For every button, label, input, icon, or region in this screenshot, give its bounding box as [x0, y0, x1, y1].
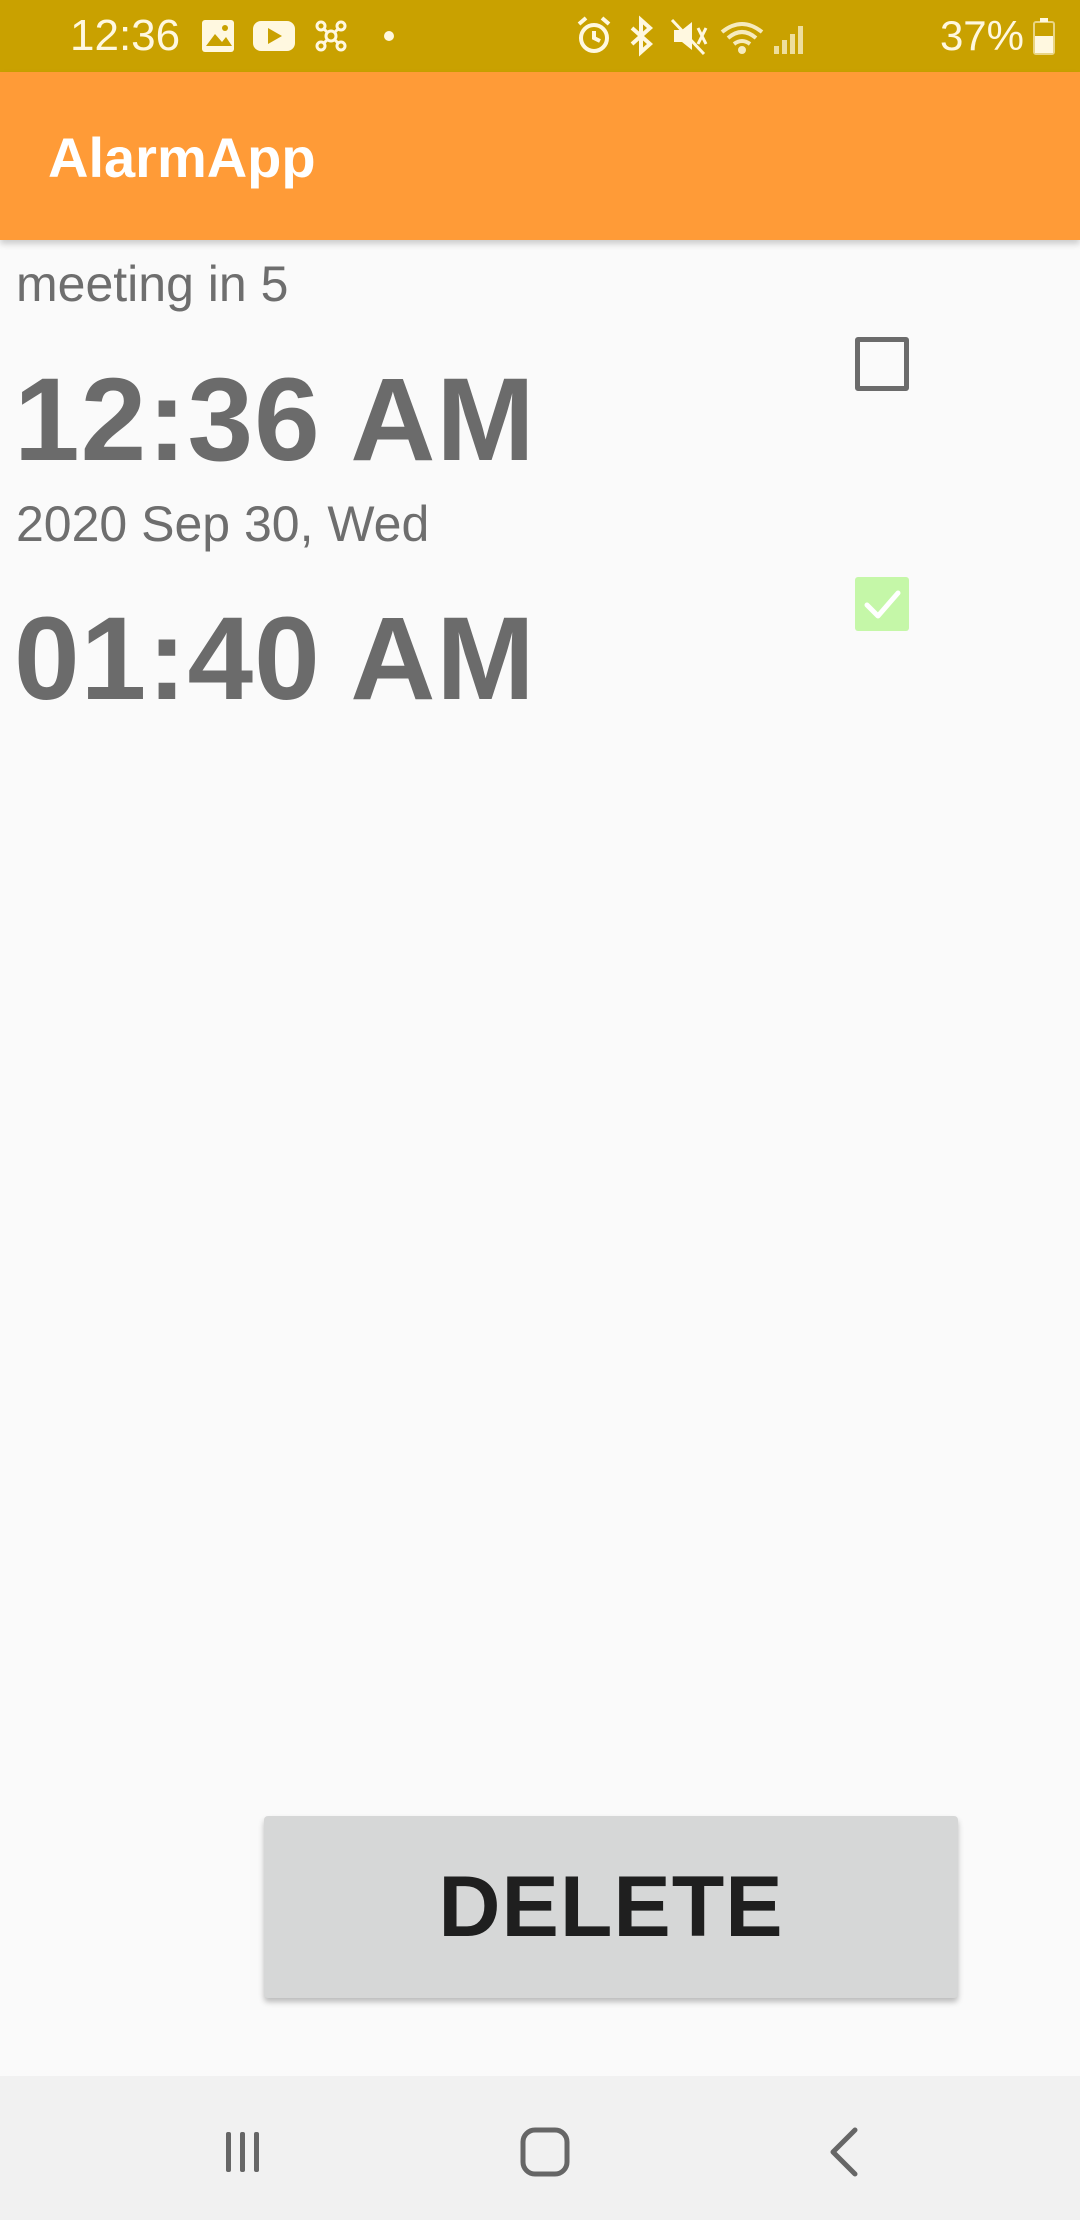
- status-right-icons: 37%: [574, 14, 1056, 58]
- alarm-time: 12:36 AM: [14, 354, 536, 486]
- home-button[interactable]: [505, 2112, 585, 2192]
- alarm-icon: [577, 16, 611, 53]
- status-left-icons: [198, 16, 398, 56]
- network-icon: [315, 20, 347, 52]
- status-bar: 12:36 37%: [0, 0, 1080, 72]
- gallery-icon: [202, 20, 234, 52]
- signal-icon: [773, 26, 803, 54]
- battery-icon: [1033, 18, 1055, 55]
- alarm-checkbox[interactable]: [855, 577, 909, 631]
- wifi-icon: [720, 22, 764, 54]
- nav-bar: [0, 2076, 1080, 2220]
- delete-button[interactable]: DELETE: [264, 1816, 958, 1998]
- app-bar: AlarmApp: [0, 72, 1080, 240]
- app-title: AlarmApp: [48, 126, 316, 189]
- back-icon: [830, 2127, 858, 2177]
- alarm-date: 2020 Sep 30, Wed: [16, 496, 430, 552]
- battery-percent: 37%: [939, 12, 1024, 59]
- dot-icon: [384, 31, 394, 41]
- alarm-time: 01:40 AM: [14, 593, 536, 725]
- youtube-icon: [253, 21, 295, 51]
- delete-button-label: DELETE: [438, 1858, 784, 1955]
- mute-icon: [670, 18, 708, 56]
- check-icon: [864, 590, 901, 619]
- alarm-label: meeting in 5: [16, 256, 289, 312]
- recents-button[interactable]: [203, 2112, 283, 2192]
- home-icon: [520, 2127, 570, 2177]
- recents-icon: [226, 2132, 259, 2172]
- alarm-checkbox[interactable]: [855, 337, 909, 391]
- bluetooth-icon: [630, 15, 653, 57]
- back-button[interactable]: [807, 2112, 887, 2192]
- status-time: 12:36: [70, 11, 181, 60]
